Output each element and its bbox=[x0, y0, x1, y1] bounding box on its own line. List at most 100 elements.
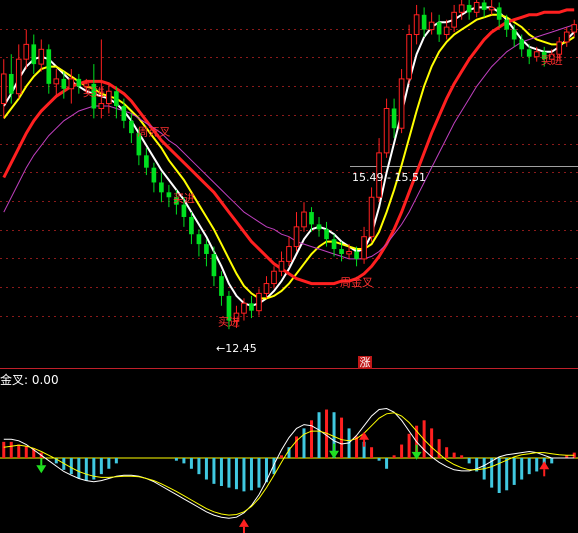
candle-body bbox=[504, 19, 510, 30]
candle-body bbox=[151, 167, 157, 183]
candle-body bbox=[383, 107, 390, 154]
zhang-badge[interactable]: 涨 bbox=[358, 356, 372, 369]
candle-body bbox=[331, 239, 337, 250]
annotation-buy-1: 买进 bbox=[83, 86, 105, 99]
candle bbox=[436, 14, 442, 42]
candle bbox=[98, 39, 105, 119]
candle bbox=[23, 29, 30, 70]
candle-body bbox=[391, 108, 397, 129]
candle bbox=[53, 69, 60, 97]
candle bbox=[286, 236, 292, 267]
candle bbox=[473, 0, 480, 18]
candle bbox=[466, 0, 472, 20]
candle-body bbox=[443, 26, 450, 36]
candle bbox=[219, 271, 224, 306]
indicator-histogram bbox=[2, 409, 576, 493]
candle-body bbox=[144, 155, 149, 168]
candle bbox=[451, 4, 457, 33]
candle-body bbox=[533, 51, 540, 58]
candle-body bbox=[309, 212, 314, 225]
candle-body bbox=[181, 204, 187, 217]
candlestick-series[interactable] bbox=[0, 0, 578, 330]
annotation-week-golden-cross: 周金叉 bbox=[340, 275, 373, 289]
candle-body bbox=[496, 7, 502, 20]
candle-body bbox=[61, 78, 67, 89]
candle-body bbox=[76, 78, 82, 87]
candle-body bbox=[398, 78, 405, 129]
candle-body bbox=[263, 283, 270, 294]
candle-body bbox=[23, 43, 30, 60]
candle-body bbox=[519, 39, 525, 50]
price-annotations: 买进周死叉买进买进周金叉买进 bbox=[83, 54, 563, 328]
candle-body bbox=[211, 253, 217, 277]
candle bbox=[368, 187, 375, 242]
candle-body bbox=[121, 106, 127, 121]
candle-body bbox=[354, 251, 359, 259]
candle bbox=[15, 44, 22, 99]
candle-body bbox=[46, 49, 52, 84]
candle bbox=[488, 0, 495, 15]
candle-body bbox=[339, 249, 344, 254]
candle-body bbox=[219, 276, 224, 296]
candle bbox=[144, 147, 149, 176]
candle-body bbox=[8, 73, 14, 94]
candle-body bbox=[421, 14, 427, 30]
signal-down-arrow bbox=[411, 451, 422, 460]
candle bbox=[496, 2, 502, 28]
candle bbox=[38, 39, 45, 72]
candle-body bbox=[114, 91, 119, 107]
candle-body bbox=[301, 211, 307, 228]
candle bbox=[0, 59, 7, 119]
candle bbox=[46, 44, 52, 94]
candle-body bbox=[346, 251, 352, 255]
candle-body bbox=[361, 236, 367, 260]
candle bbox=[563, 27, 570, 47]
candle-body bbox=[256, 292, 262, 312]
candle-body bbox=[316, 224, 322, 230]
candle-body bbox=[466, 4, 472, 13]
candle-body bbox=[436, 22, 442, 35]
candle-body bbox=[166, 192, 172, 198]
candle bbox=[204, 239, 209, 267]
candle bbox=[293, 212, 300, 252]
candle-body bbox=[324, 229, 329, 240]
signal-down-arrow bbox=[36, 465, 47, 474]
annotation-week-death-cross: 周死叉 bbox=[137, 126, 170, 139]
candle-body bbox=[473, 1, 480, 13]
candle-body bbox=[31, 44, 37, 65]
candle-body bbox=[68, 78, 75, 90]
candle bbox=[398, 69, 405, 134]
candle-body bbox=[204, 244, 209, 254]
candle bbox=[301, 202, 307, 232]
candle-body bbox=[481, 2, 487, 10]
annotation-buy-3: 买进 bbox=[218, 315, 240, 328]
indicator-title: 金叉: 0.00 bbox=[0, 373, 59, 387]
indicator-line-yellow bbox=[3, 412, 575, 516]
candle-body bbox=[451, 11, 457, 28]
candle bbox=[421, 7, 427, 37]
stock-chart[interactable]: 买进周死叉买进买进周金叉买进 bbox=[0, 0, 578, 533]
candle-body bbox=[106, 90, 112, 105]
candle-body bbox=[98, 103, 105, 109]
candle bbox=[151, 162, 157, 193]
candle-body bbox=[458, 4, 465, 13]
candle bbox=[413, 4, 420, 45]
candle-body bbox=[271, 270, 277, 285]
candle-body bbox=[293, 226, 300, 248]
candle bbox=[211, 246, 217, 287]
candle bbox=[189, 212, 194, 245]
candle-body bbox=[53, 78, 60, 85]
candle-body bbox=[413, 14, 420, 36]
candle-body bbox=[129, 120, 134, 134]
candle-body bbox=[15, 58, 22, 95]
candle-body bbox=[428, 21, 435, 31]
candle-body bbox=[368, 196, 375, 238]
range-price-label: 15.49 - 15.51 bbox=[352, 171, 426, 184]
candle bbox=[166, 184, 172, 208]
candle bbox=[159, 172, 164, 203]
candle-body bbox=[196, 234, 202, 245]
candle bbox=[481, 0, 487, 18]
candle bbox=[361, 226, 367, 264]
candle-body bbox=[406, 34, 412, 80]
candle bbox=[106, 83, 112, 114]
